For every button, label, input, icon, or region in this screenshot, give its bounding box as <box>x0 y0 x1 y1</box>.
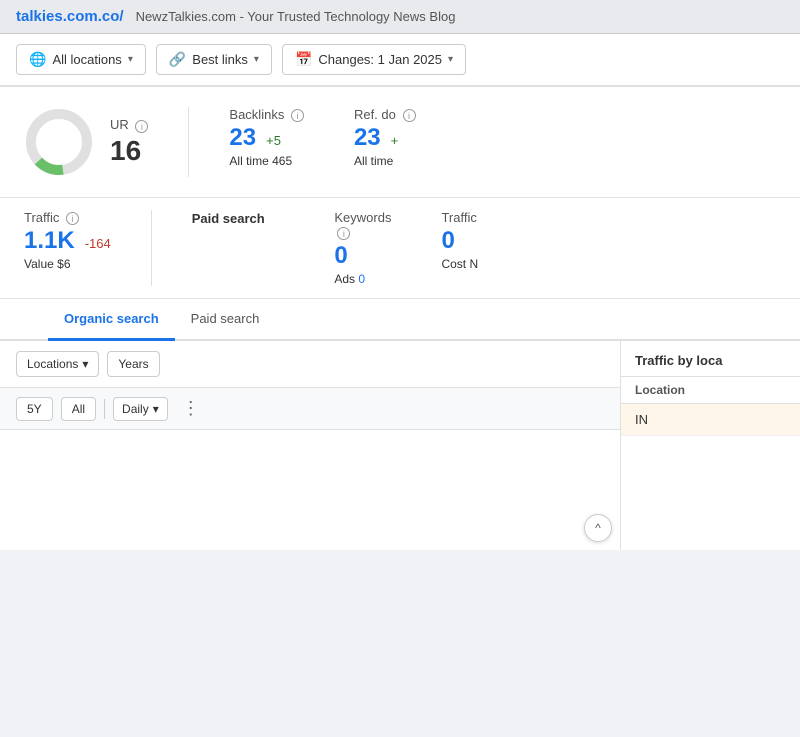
paid-traffic-label: Traffic <box>441 210 478 225</box>
chart-controls: Locations ▾ Years 5Y All Daily ▾ ⋮ ^ <box>0 341 620 550</box>
years-filter-button[interactable]: Years <box>107 351 159 377</box>
link-icon: 🔗 <box>169 51 186 68</box>
tab-paid-search[interactable]: Paid search <box>175 299 276 341</box>
links-filter-button[interactable]: 🔗 Best links ▾ <box>156 44 272 75</box>
links-filter-label: Best links <box>192 52 248 67</box>
locations-filter-button[interactable]: Locations ▾ <box>16 351 99 377</box>
paid-search-section-label-wrapper: Paid search <box>192 210 285 280</box>
ur-donut-chart <box>24 107 94 177</box>
ref-domains-delta: + <box>391 133 399 148</box>
traffic-value: 1.1K <box>24 227 75 255</box>
daily-select[interactable]: Daily ▾ <box>113 397 168 421</box>
paid-traffic-value: 0 <box>441 227 478 255</box>
years-filter-label: Years <box>118 357 148 371</box>
traffic-sub: Value $6 <box>24 257 111 271</box>
backlinks-label: Backlinks i <box>229 107 304 122</box>
links-chevron-icon: ▾ <box>254 54 259 65</box>
traffic-value-row: 1.1K -164 <box>24 227 111 255</box>
backlinks-info-icon[interactable]: i <box>291 109 304 122</box>
ref-domains-label: Ref. do i <box>354 107 416 122</box>
content-area: Locations ▾ Years 5Y All Daily ▾ ⋮ ^ <box>0 341 800 550</box>
more-options-icon[interactable]: ⋮ <box>176 396 206 421</box>
ur-label: UR i <box>110 117 148 132</box>
traffic-delta: -164 <box>85 236 111 251</box>
paid-keywords-value: 0 <box>334 242 391 270</box>
changes-chevron-icon: ▾ <box>448 54 453 65</box>
5y-button[interactable]: 5Y <box>16 397 53 421</box>
ref-domains-info-icon[interactable]: i <box>403 109 416 122</box>
ref-domains-value: 23 <box>354 124 381 152</box>
ref-domains-metric: Ref. do i 23 + All time <box>354 107 416 168</box>
ur-value: 16 <box>110 135 148 167</box>
traffic-info-icon[interactable]: i <box>66 212 79 225</box>
filter-bar: 🌐 All locations ▾ 🔗 Best links ▾ 📅 Chang… <box>0 34 800 86</box>
metric-group: Backlinks i 23 +5 All time 465 Ref. do i… <box>229 107 776 168</box>
location-chevron-icon: ▾ <box>128 54 133 65</box>
location-panel: Traffic by loca Location IN <box>620 341 800 550</box>
chart-area: ^ <box>0 430 620 550</box>
backlinks-value-row: 23 +5 <box>229 124 304 152</box>
traffic-metric: Traffic i 1.1K -164 Value $6 <box>24 210 111 286</box>
ur-info: UR i 16 <box>110 117 148 166</box>
backlinks-delta: +5 <box>266 133 281 148</box>
calendar-icon: 📅 <box>295 51 312 68</box>
scroll-up-button[interactable]: ^ <box>584 514 612 542</box>
page-title: NewzTalkies.com - Your Trusted Technolog… <box>136 9 456 24</box>
stats-section: UR i 16 Backlinks i 23 +5 All time 465 R… <box>0 87 800 198</box>
backlinks-metric: Backlinks i 23 +5 All time 465 <box>229 107 304 168</box>
changes-filter-label: Changes: 1 Jan 2025 <box>318 52 442 67</box>
changes-filter-button[interactable]: 📅 Changes: 1 Jan 2025 ▾ <box>282 44 466 75</box>
paid-keywords-label: Keywords i <box>334 210 391 240</box>
tabs-bar: Organic search Paid search <box>0 299 800 341</box>
combined-metrics-row: Traffic i 1.1K -164 Value $6 Paid search… <box>0 198 800 299</box>
paid-search-section-label: Paid search <box>192 211 265 226</box>
location-row-in: IN <box>621 404 800 436</box>
backlinks-value: 23 <box>229 124 256 152</box>
traffic-label: Traffic i <box>24 210 111 225</box>
tab-organic-search[interactable]: Organic search <box>48 299 175 341</box>
scroll-up-icon: ^ <box>595 521 601 535</box>
paid-search-group: Paid search Keywords i 0 Ads 0 Traffic 0… <box>151 210 478 286</box>
locations-filter-label: Locations <box>27 357 78 371</box>
time-controls: 5Y All Daily ▾ ⋮ <box>0 388 620 430</box>
location-filter-button[interactable]: 🌐 All locations ▾ <box>16 44 146 75</box>
ref-domains-value-row: 23 + <box>354 124 416 152</box>
chart-top-bar: Locations ▾ Years <box>0 341 620 388</box>
location-col-header: Location <box>621 377 800 404</box>
time-divider <box>104 399 105 419</box>
location-panel-header: Traffic by loca <box>621 341 800 377</box>
daily-label: Daily <box>122 402 149 416</box>
globe-icon: 🌐 <box>29 51 46 68</box>
organic-metrics-group: Traffic i 1.1K -164 Value $6 <box>24 210 111 286</box>
paid-keywords-info-icon[interactable]: i <box>337 227 350 240</box>
tab-overview[interactable] <box>16 307 48 334</box>
ref-domains-sub: All time <box>354 154 416 168</box>
paid-keywords-sub: Ads 0 <box>334 272 391 286</box>
paid-cost-sub: Cost N <box>441 257 478 271</box>
all-button[interactable]: All <box>61 397 96 421</box>
paid-traffic-cost-metric: Traffic 0 Cost N <box>441 210 478 286</box>
ur-widget: UR i 16 <box>24 107 189 177</box>
daily-chevron-icon: ▾ <box>153 402 159 416</box>
site-name: talkies.com.co/ <box>16 8 124 25</box>
locations-chevron-icon: ▾ <box>82 357 88 371</box>
paid-keywords-metric: Keywords i 0 Ads 0 <box>334 210 391 286</box>
backlinks-sub: All time 465 <box>229 154 304 168</box>
location-filter-label: All locations <box>52 52 121 67</box>
ur-info-icon[interactable]: i <box>135 120 148 133</box>
top-bar: talkies.com.co/ NewzTalkies.com - Your T… <box>0 0 800 34</box>
